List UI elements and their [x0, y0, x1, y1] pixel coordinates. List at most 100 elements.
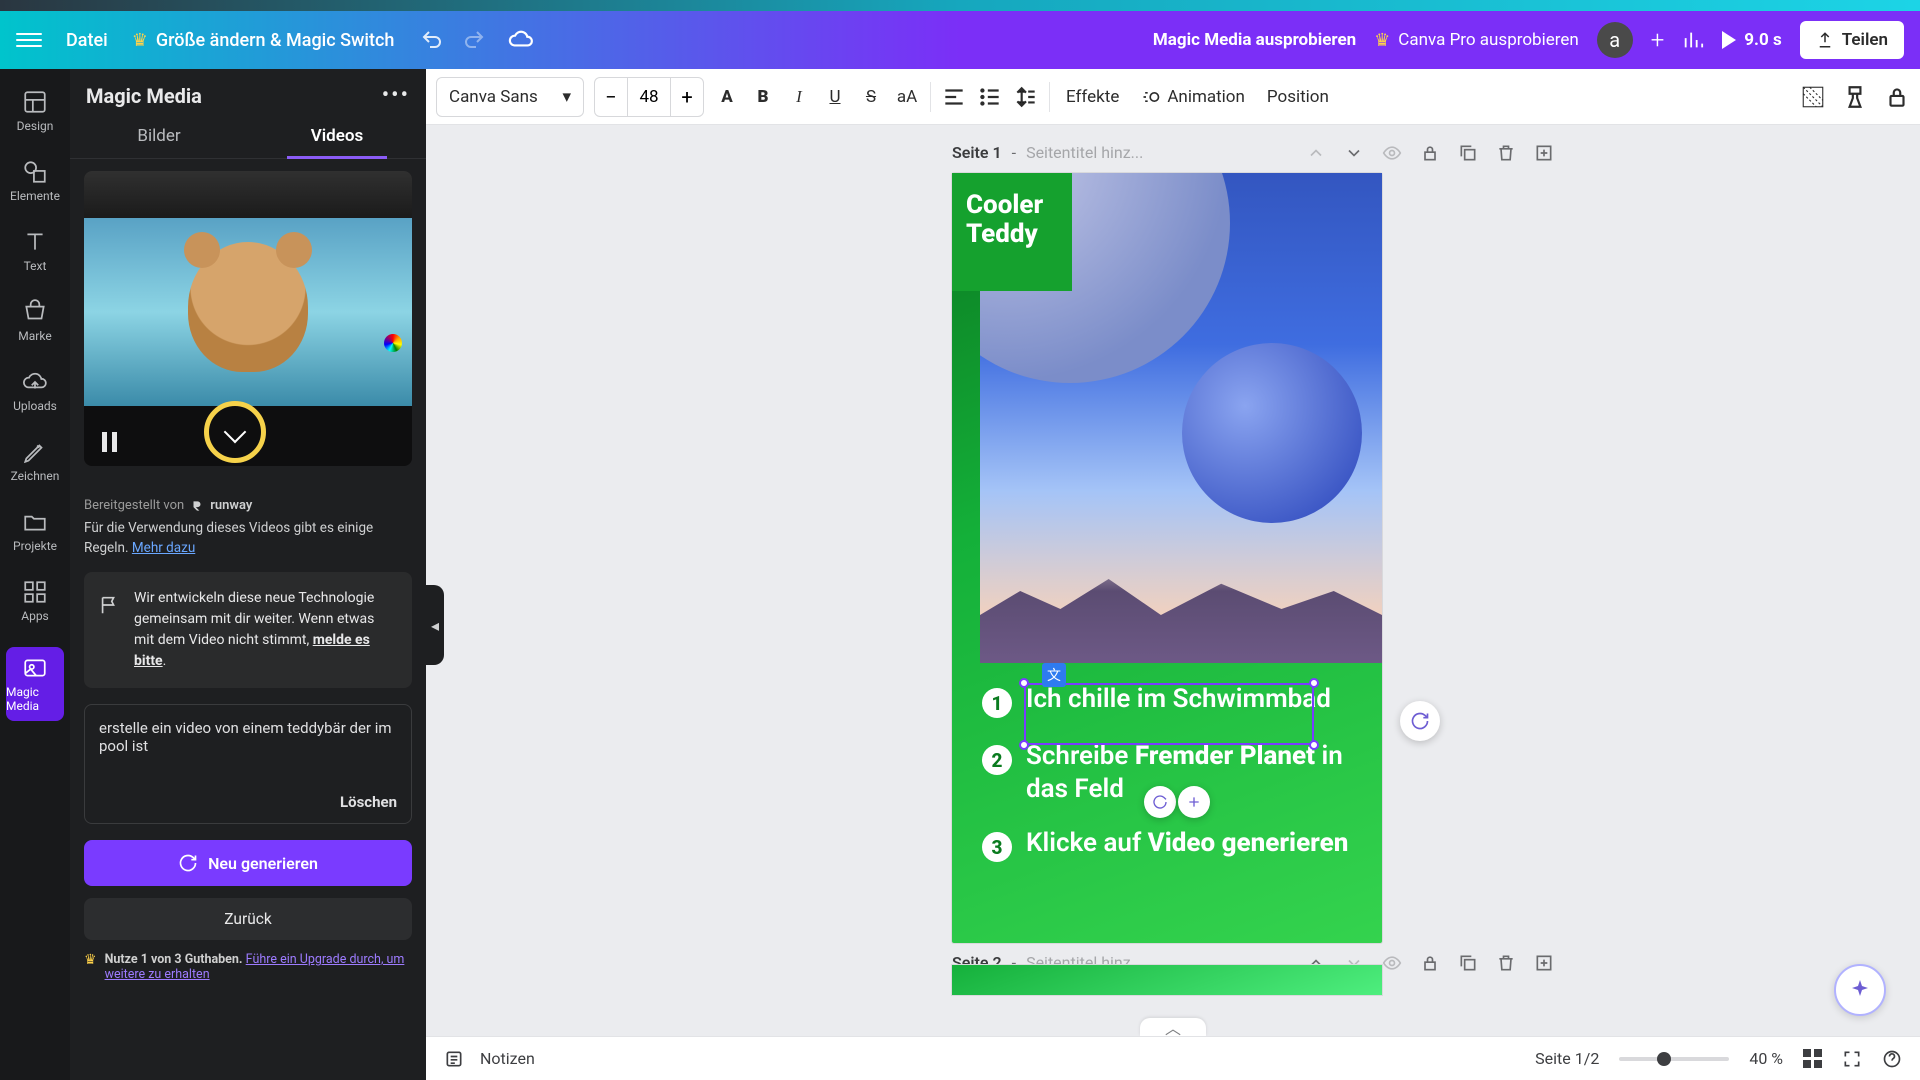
avatar[interactable]: a: [1597, 22, 1633, 58]
page-lock-button[interactable]: [1420, 143, 1440, 163]
italic-button[interactable]: I: [786, 84, 812, 110]
crown-icon: ♛: [132, 30, 148, 51]
grid-view-button[interactable]: [1803, 1049, 1822, 1068]
rotate-handle[interactable]: [1144, 786, 1176, 818]
back-button[interactable]: Zurück: [84, 898, 412, 940]
page-up-button[interactable]: [1306, 143, 1326, 163]
fullscreen-button[interactable]: [1842, 1049, 1862, 1069]
shapes-icon: [22, 159, 48, 185]
selection-handle-se[interactable]: [1309, 740, 1319, 750]
translate-badge-icon[interactable]: 文: [1042, 663, 1066, 687]
assistant-fab[interactable]: [1834, 964, 1886, 1016]
share-button[interactable]: Teilen: [1800, 21, 1904, 59]
apps-icon: [22, 579, 48, 605]
selection-handle-nw[interactable]: [1019, 678, 1029, 688]
present-button[interactable]: 9.0 s: [1722, 30, 1781, 50]
pause-button[interactable]: [102, 432, 117, 452]
notes-button[interactable]: Notizen: [480, 1049, 535, 1068]
main-menu-button[interactable]: [16, 27, 42, 53]
collapse-panel-tab[interactable]: ◂: [426, 585, 444, 665]
runway-logo-icon: [190, 499, 204, 513]
duplicate-page-button[interactable]: [1458, 143, 1478, 163]
page-down-button[interactable]: [1344, 143, 1364, 163]
panel-title: Magic Media: [86, 84, 202, 108]
font-size-stepper[interactable]: − +: [594, 77, 704, 117]
regenerate-button[interactable]: Neu generieren: [84, 840, 412, 886]
rail-projects[interactable]: Projekte: [0, 503, 70, 559]
list-button[interactable]: [977, 84, 1003, 110]
add-member-button[interactable]: +: [1651, 26, 1665, 54]
text-color-button[interactable]: A: [714, 84, 740, 110]
rail-elements[interactable]: Elemente: [0, 153, 70, 209]
redo-icon[interactable]: [462, 28, 486, 52]
page2-delete-button[interactable]: [1496, 953, 1516, 973]
generated-video-card[interactable]: [84, 171, 412, 466]
layout-icon: [22, 89, 48, 115]
show-pages-tab[interactable]: ︿: [1140, 1018, 1206, 1036]
refresh-content-button[interactable]: [1400, 701, 1440, 741]
lock-button[interactable]: [1884, 84, 1910, 110]
effects-button[interactable]: Effekte: [1060, 87, 1125, 107]
text-icon: [22, 229, 48, 255]
copy-style-button[interactable]: [1842, 84, 1868, 110]
transparency-button[interactable]: [1800, 84, 1826, 110]
clear-prompt-button[interactable]: Löschen: [340, 793, 397, 811]
file-menu[interactable]: Datei: [66, 30, 108, 51]
rules-more-link[interactable]: Mehr dazu: [132, 540, 195, 556]
page-2[interactable]: [952, 965, 1382, 995]
animation-button[interactable]: Animation: [1135, 87, 1251, 107]
rail-magic-media[interactable]: Magic Media: [6, 647, 64, 721]
font-size-decrease[interactable]: −: [595, 78, 627, 116]
rail-text[interactable]: Text: [0, 223, 70, 279]
page-title-input[interactable]: Seitentitel hinz...: [1026, 143, 1143, 162]
insights-icon[interactable]: [1682, 29, 1704, 51]
panel-more-button[interactable]: •••: [382, 83, 410, 108]
refresh-icon: [178, 853, 198, 873]
add-page-button[interactable]: [1534, 143, 1554, 163]
prompt-input[interactable]: erstelle ein video von einem teddybär de…: [84, 704, 412, 824]
font-select[interactable]: Canva Sans▾: [436, 77, 584, 117]
undo-icon[interactable]: [420, 28, 444, 52]
try-magic-media[interactable]: Magic Media ausprobieren: [1153, 30, 1356, 50]
rail-brand[interactable]: Marke: [0, 293, 70, 349]
zoom-slider[interactable]: [1619, 1057, 1729, 1061]
resize-handle[interactable]: [1178, 786, 1210, 818]
step-3-text[interactable]: Klicke auf Video generieren: [1026, 827, 1348, 860]
credits-notice: ♛ Nutze 1 von 3 Guthaben. Führe ein Upgr…: [84, 952, 412, 982]
text-align-button[interactable]: [941, 84, 967, 110]
page-1[interactable]: CoolerTeddy 1Ich chille im Schwimmbad 2S…: [952, 173, 1382, 943]
selection-handle-sw[interactable]: [1019, 740, 1029, 750]
tab-videos[interactable]: Videos: [248, 114, 426, 158]
rail-uploads[interactable]: Uploads: [0, 363, 70, 419]
crown-icon: ♛: [84, 952, 97, 982]
page-visibility-button[interactable]: [1382, 143, 1402, 163]
flag-icon: [98, 594, 120, 616]
page2-add-button[interactable]: [1534, 953, 1554, 973]
rail-draw[interactable]: Zeichnen: [0, 433, 70, 489]
underline-button[interactable]: U: [822, 84, 848, 110]
page2-visibility-button[interactable]: [1382, 953, 1402, 973]
bold-button[interactable]: B: [750, 84, 776, 110]
resize-magic-switch[interactable]: ♛ Größe ändern & Magic Switch: [132, 30, 395, 51]
try-canva-pro[interactable]: ♛Canva Pro ausprobieren: [1374, 30, 1579, 51]
page2-duplicate-button[interactable]: [1458, 953, 1478, 973]
title-text-box[interactable]: CoolerTeddy: [952, 173, 1072, 291]
font-size-input[interactable]: [627, 78, 671, 116]
zoom-value: 40 %: [1749, 1049, 1783, 1068]
delete-page-button[interactable]: [1496, 143, 1516, 163]
tab-images[interactable]: Bilder: [70, 114, 248, 158]
cloud-upload-icon: [22, 369, 48, 395]
page2-lock-button[interactable]: [1420, 953, 1440, 973]
selection-handle-ne[interactable]: [1309, 678, 1319, 688]
text-case-button[interactable]: aA: [894, 84, 920, 110]
rail-apps[interactable]: Apps: [0, 573, 70, 629]
rail-design[interactable]: Design: [0, 83, 70, 139]
help-button[interactable]: [1882, 1049, 1902, 1069]
strikethrough-button[interactable]: S: [858, 84, 884, 110]
position-button[interactable]: Position: [1261, 87, 1335, 107]
video-thumbnail: [84, 171, 412, 406]
selection-outline: [1024, 683, 1314, 745]
spacing-button[interactable]: [1013, 84, 1039, 110]
font-size-increase[interactable]: +: [671, 78, 703, 116]
brand-icon: [22, 299, 48, 325]
